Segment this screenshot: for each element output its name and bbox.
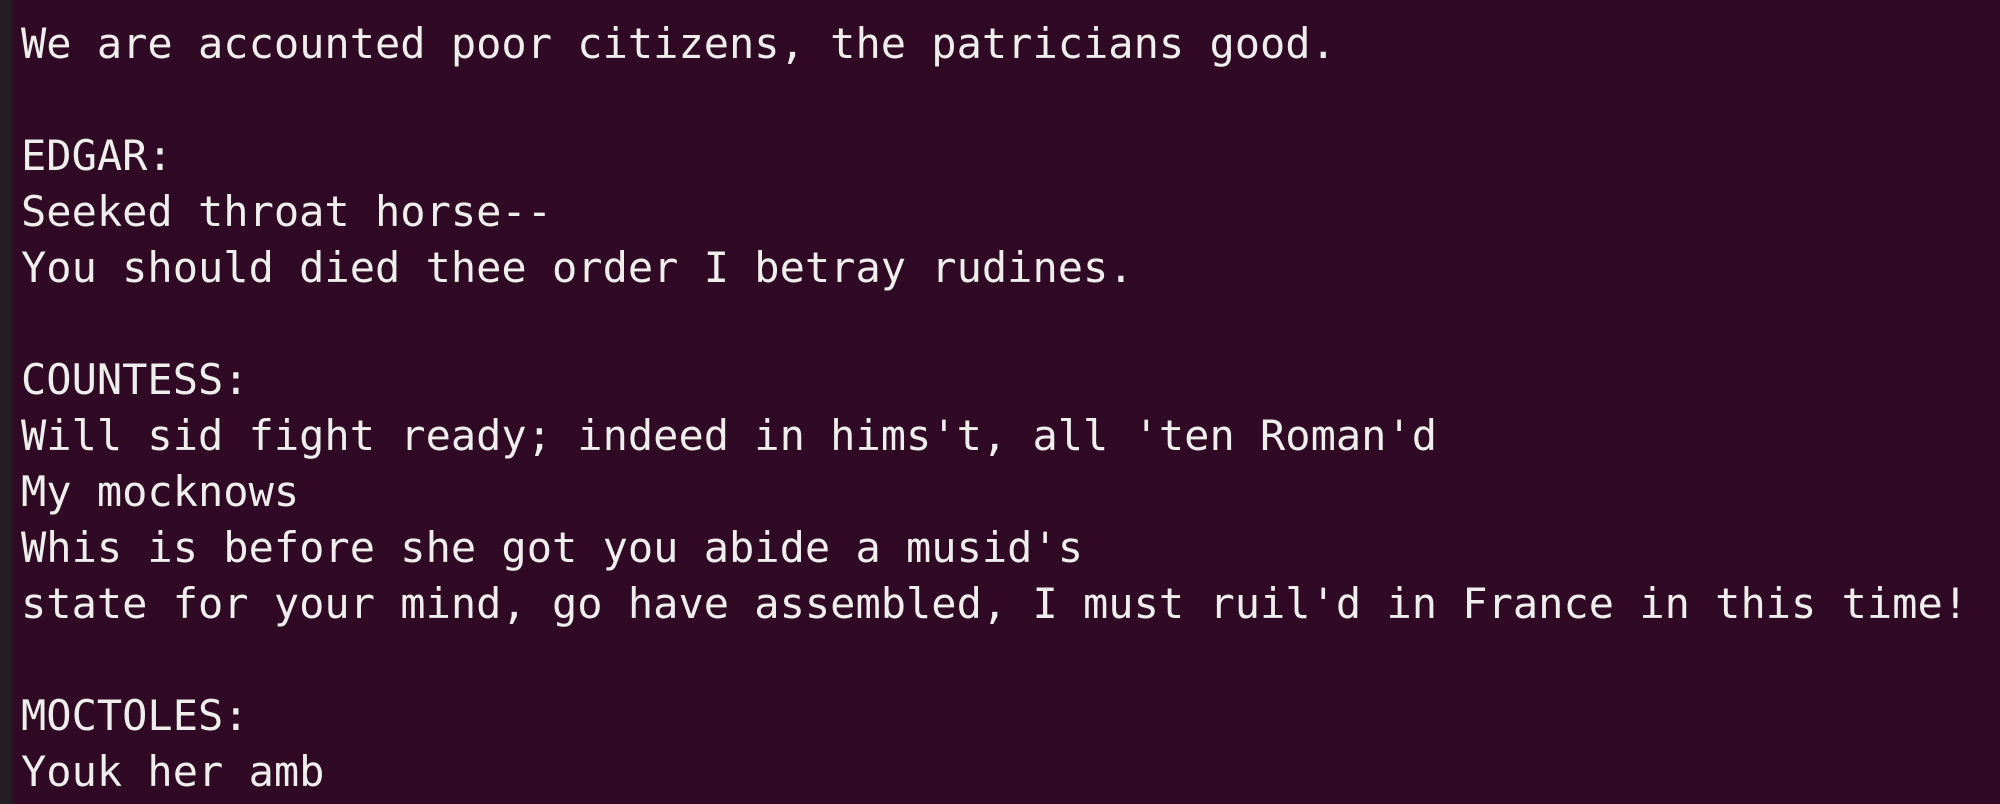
terminal-line: We are accounted poor citizens, the patr… bbox=[21, 19, 1336, 68]
terminal-line: Whis is before she got you abide a musid… bbox=[21, 523, 1084, 572]
terminal-line: Youk her amb bbox=[21, 747, 325, 796]
speaker-name: COUNTESS: bbox=[21, 355, 249, 404]
terminal-line: Will sid fight ready; indeed in hims't, … bbox=[21, 411, 1438, 460]
terminal-line: You should died thee order I betray rudi… bbox=[21, 243, 1134, 292]
speaker-name: MOCTOLES: bbox=[21, 691, 249, 740]
terminal-line: Seeked throat horse-- bbox=[21, 187, 553, 236]
window-left-edge bbox=[0, 0, 12, 804]
terminal-line: My mocknows bbox=[21, 467, 300, 516]
terminal-output[interactable]: We are accounted poor citizens, the patr… bbox=[12, 0, 2000, 804]
speaker-name: EDGAR: bbox=[21, 131, 173, 180]
terminal-line: state for your mind, go have assembled, … bbox=[21, 579, 1969, 628]
